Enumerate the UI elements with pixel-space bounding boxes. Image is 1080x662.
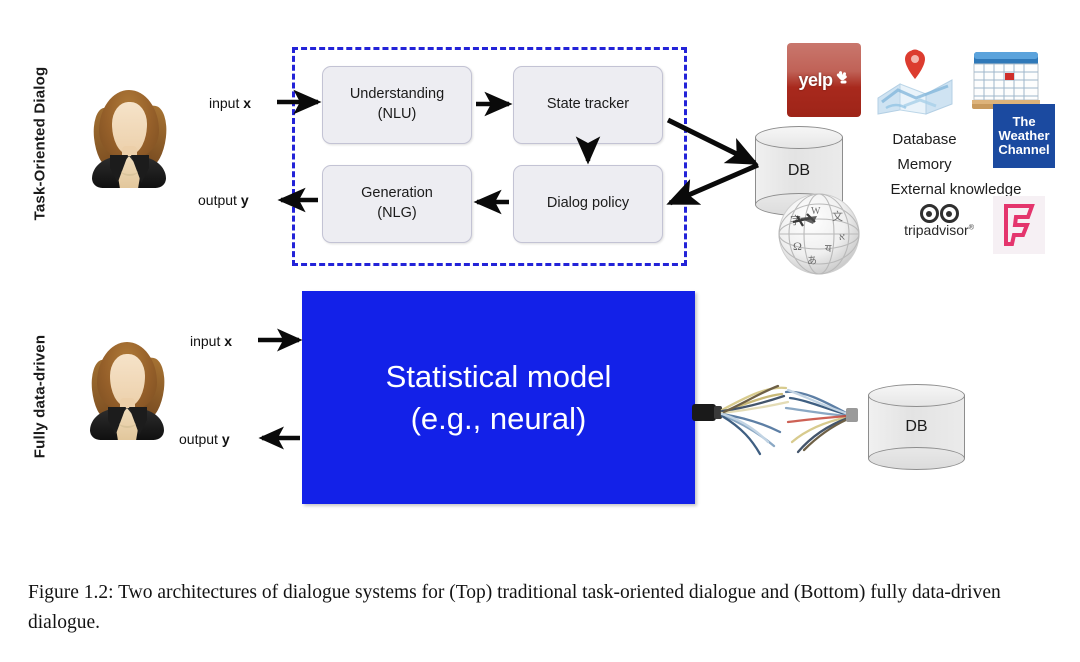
bottom-input-var: x [224,333,233,349]
foursquare-icon [1004,204,1035,246]
box-generation-line1: Generation [361,185,433,202]
bottom-input-label: input x [190,333,232,349]
avatar2-necklace [119,418,136,428]
tripadvisor-owl-icon [919,204,959,223]
svg-text:א: א [839,232,845,243]
svg-text:W: W [811,206,821,217]
tripadvisor-logo-text: tripadvisor® [904,222,974,238]
user-avatar-bottom [84,340,170,440]
box-understanding: Understanding (NLU) [322,66,472,144]
box-state-tracker-line1: State tracker [546,96,630,113]
box-dialog-policy-line1: Dialog policy [546,195,630,212]
db-bottom-top-ellipse [868,384,965,407]
svg-text:Ω: Ω [793,239,802,253]
box-generation-line2: (NLG) [377,205,417,221]
bottom-output-var: y [221,431,230,447]
row-label-fully-data-driven: Fully data-driven [31,334,49,459]
statistical-model-line1: Statistical model [385,359,612,395]
tripadvisor-eye-right [939,204,959,223]
top-output-label: output y [198,192,249,208]
box-generation: Generation (NLG) [322,165,472,243]
svg-text:य: य [825,243,832,255]
top-output-var: y [240,192,249,208]
svg-text:あ: あ [807,255,817,267]
tripadvisor-eye-left [919,204,939,223]
cable-connector [692,384,858,456]
figure-diagram: Task-Oriented Dialog Fully data-driven i… [0,0,1080,556]
svg-text:文: 文 [832,209,843,223]
db-bottom-bottom-ellipse [868,447,965,470]
box-understanding-line2: (NLU) [377,106,417,122]
tripadvisor-registered-mark: ® [968,224,974,232]
db-top-label: DB [787,162,811,179]
yelp-logo-text: yelp [798,69,833,90]
tripadvisor-word: tripadvisor [904,222,969,238]
twc-line1: The [1012,114,1036,130]
knowledge-line-database: Database [892,131,957,148]
row-label-task-oriented: Task-Oriented Dialog [31,66,49,221]
wikipedia-globe-icon: 字文 Ωय あא W [778,193,860,275]
yelp-logo: yelp [787,43,861,117]
twc-line2: Weather [998,128,1050,144]
box-dialog-policy: Dialog policy [513,165,663,243]
knowledge-line-memory: Memory [897,156,952,173]
top-input-label: input x [209,95,251,111]
statistical-model-line2: (e.g., neural) [410,400,587,436]
figure-caption: Figure 1.2: Two architectures of dialogu… [28,582,1001,634]
db-bottom-label: DB [905,418,928,435]
yelp-burst-icon [834,70,850,88]
map-icon [877,49,953,115]
wikipedia-logo: 字文 Ωय あא W [777,192,861,276]
statistical-model-box: Statistical model (e.g., neural) [302,291,695,504]
box-understanding-line1: Understanding [349,86,445,103]
top-output-text: output [198,192,241,208]
bottom-input-text: input [190,333,225,349]
top-input-var: x [243,95,252,111]
bottom-output-label: output y [179,431,230,447]
user-avatar-top [86,88,172,188]
twc-line3: Channel [998,141,1050,157]
db-top-top-ellipse [755,126,843,149]
top-input-text: input [209,95,244,111]
avatar-necklace [121,166,138,176]
bottom-output-text: output [179,431,222,447]
tripadvisor-logo: tripadvisor® [889,204,989,256]
foursquare-logo [993,196,1045,254]
box-state-tracker: State tracker [513,66,663,144]
weather-channel-logo: The Weather Channel [993,104,1055,168]
maps-logo [876,48,954,116]
database-cylinder-bottom: DB [868,384,965,470]
